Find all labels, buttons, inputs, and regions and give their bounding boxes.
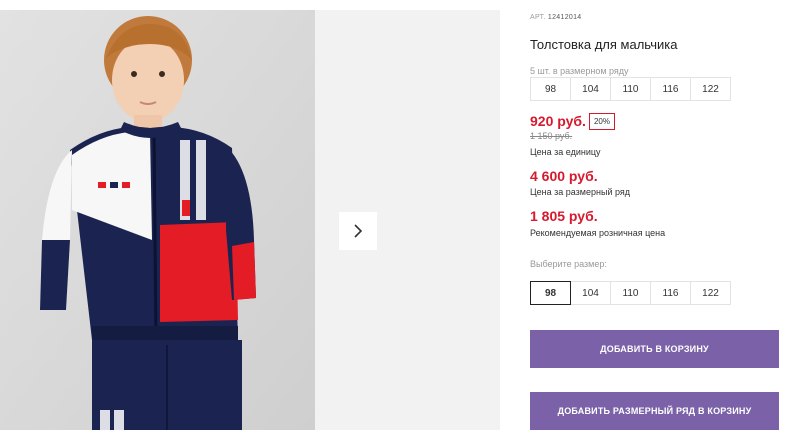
size-option-110[interactable]: 110 [610,281,651,305]
size-option-98[interactable]: 98 [530,281,571,305]
pack-size-cell: 122 [690,77,731,101]
article-label: АРТ. [530,14,546,21]
size-option-122[interactable]: 122 [690,281,731,305]
article-number: 12412014 [547,14,582,21]
pack-size-cell: 116 [650,77,691,101]
pack-price: 4 600 руб. [530,168,598,184]
unit-price-note: Цена за единицу [530,147,601,157]
gallery-next-button[interactable] [339,212,377,250]
unit-price: 920 руб. [530,113,586,129]
product-photo[interactable] [0,10,315,430]
size-selector: 98 104 110 116 122 [530,281,731,305]
product-title: Толстовка для мальчика [530,37,678,52]
pack-size-label: 5 шт. в размерном ряду [530,66,629,76]
product-gallery [0,10,500,430]
pack-price-note: Цена за размерный ряд [530,187,631,197]
article-line: АРТ. 12412014 [530,14,581,21]
pack-size-list: 98 104 110 116 122 [530,77,731,101]
size-option-104[interactable]: 104 [570,281,611,305]
add-pack-to-cart-button[interactable]: ДОБАВИТЬ РАЗМЕРНЫЙ РЯД В КОРЗИНУ [530,392,779,430]
pack-size-cell: 98 [530,77,571,101]
choose-size-label: Выберите размер: [530,259,607,269]
discount-badge: 20% [589,113,615,130]
retail-price-note: Рекомендуемая розничная цена [530,228,666,238]
pack-size-cell: 104 [570,77,611,101]
retail-price: 1 805 руб. [530,208,598,224]
add-to-cart-button[interactable]: ДОБАВИТЬ В КОРЗИНУ [530,330,779,368]
product-photo-illustration [0,10,315,430]
old-price: 1 150 руб. [530,131,573,141]
size-option-116[interactable]: 116 [650,281,691,305]
chevron-right-icon [354,224,363,238]
pack-size-cell: 110 [610,77,651,101]
